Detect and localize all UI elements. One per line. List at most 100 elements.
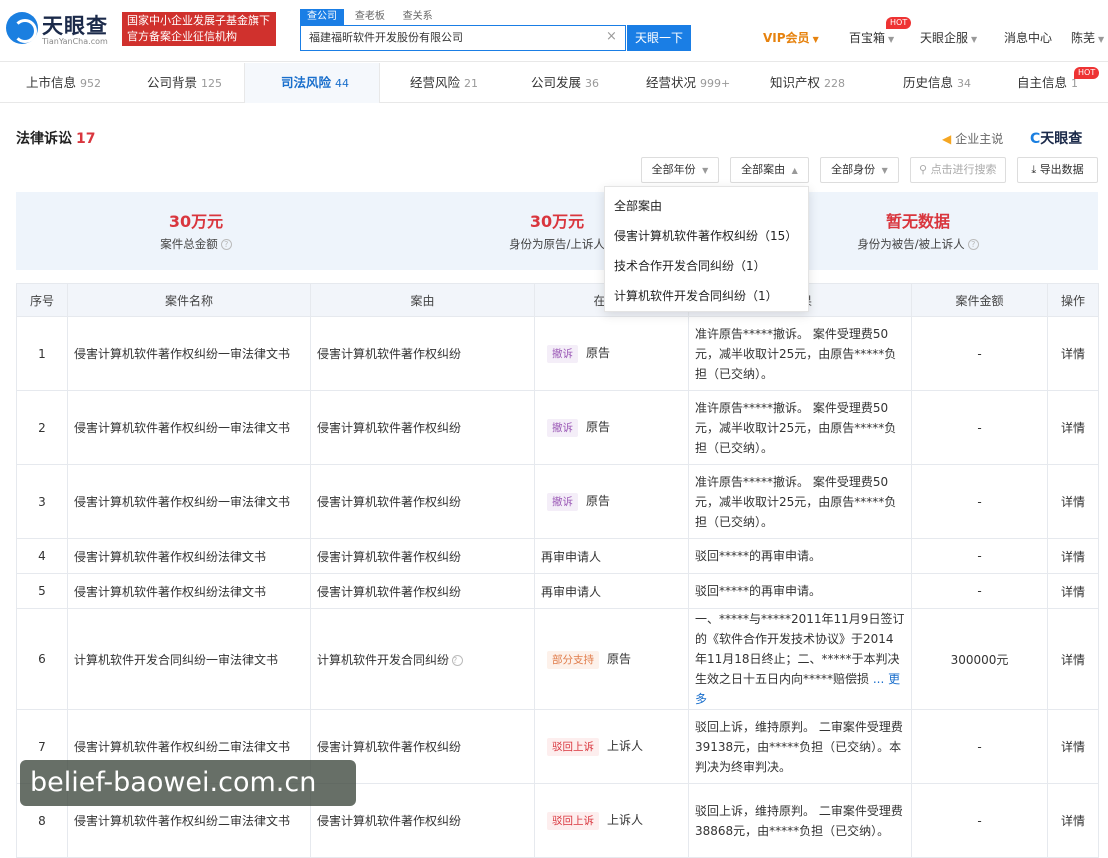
vip-menu[interactable]: VIP会员 ▼ xyxy=(763,29,819,46)
tab-label: 公司背景 xyxy=(147,75,198,90)
role-text: 上诉人 xyxy=(607,739,644,753)
help-icon[interactable]: ? xyxy=(967,239,979,250)
logo-subtitle: TianYanCha.com xyxy=(42,37,108,46)
hot-badge: HOT xyxy=(886,17,912,29)
detail-link[interactable]: 详情 xyxy=(1047,573,1099,609)
dropdown-item-copyright[interactable]: 侵害计算机软件著作权纠纷（15） xyxy=(605,221,808,251)
cell-amount: - xyxy=(911,464,1048,539)
status-badge: 撤诉 xyxy=(547,419,578,437)
table-row: 5 侵害计算机软件著作权纠纷法律文书 侵害计算机软件著作权纠纷 再审申请人 驳回… xyxy=(16,573,1099,609)
cell-role: 撤诉 原告 xyxy=(534,316,689,391)
year-filter[interactable]: 全部年份 ▼ xyxy=(641,157,719,183)
tab-count: 228 xyxy=(824,77,846,90)
tab-background[interactable]: 公司背景 125 xyxy=(147,63,222,103)
tab-business-status[interactable]: 经营状况 999+ xyxy=(646,63,730,103)
tab-count: 34 xyxy=(957,77,972,90)
identity-filter[interactable]: 全部身份 ▼ xyxy=(820,157,899,183)
reason-filter[interactable]: 全部案由 ▲ xyxy=(730,157,809,183)
chevron-down-icon: ▼ xyxy=(971,35,978,44)
chevron-down-icon: ▼ xyxy=(702,166,709,175)
search-type-tabs: 查公司 查老板 查关系 xyxy=(300,8,440,25)
search-tab-boss[interactable]: 查老板 xyxy=(348,9,392,25)
help-icon[interactable]: ? xyxy=(220,239,232,250)
cell-case-name: 侵害计算机软件著作权纠纷一审法律文书 xyxy=(67,464,311,539)
summary-label-text: 身份为被告/被上诉人 xyxy=(857,237,965,251)
cell-no: 5 xyxy=(16,573,68,609)
role-text: 上诉人 xyxy=(607,813,644,827)
tab-count: 952 xyxy=(80,77,102,90)
cell-case-name: 计算机软件开发合同纠纷一审法律文书 xyxy=(67,608,311,710)
search-tab-company[interactable]: 查公司 xyxy=(300,9,344,25)
cell-result: 驳回*****的再审申请。 xyxy=(688,538,912,574)
logo[interactable]: 天眼查 TianYanCha.com xyxy=(6,10,114,50)
cell-result: 准许原告*****撤诉。 案件受理费50元，减半收取计25元，由原告*****负… xyxy=(688,316,912,391)
org-badge-line1: 国家中小企业发展子基金旗下 xyxy=(127,14,270,27)
cell-role: 撤诉 原告 xyxy=(534,464,689,539)
tab-self-info[interactable]: 自主信息 1 xyxy=(1017,63,1078,103)
chevron-down-icon: ▼ xyxy=(888,35,895,44)
cell-no: 1 xyxy=(16,316,68,391)
summary-panel: 30万元 案件总金额? 30万元 身份为原告/上诉人 暂无数据 身份为被告/被上… xyxy=(16,192,1098,270)
detail-link[interactable]: 详情 xyxy=(1047,709,1099,784)
cell-result: 驳回上诉，维持原判。 二审案件受理费38868元，由*****负担（已交纳）。 xyxy=(688,783,912,858)
summary-label-text: 案件总金额 xyxy=(160,237,218,251)
detail-link[interactable]: 详情 xyxy=(1047,316,1099,391)
tab-operation-risk[interactable]: 经营风险 21 xyxy=(410,63,478,103)
tab-listing[interactable]: 上市信息 952 xyxy=(26,63,101,103)
enterprise-menu[interactable]: 天眼企服 ▼ xyxy=(920,29,977,46)
clear-icon[interactable]: × xyxy=(606,29,617,44)
logo-icon xyxy=(6,12,38,44)
tab-judicial-risk[interactable]: 司法风险 44 xyxy=(244,63,380,103)
cell-role: 部分支持 原告 xyxy=(534,608,689,710)
col-header-action: 操作 xyxy=(1047,283,1099,317)
messages-link[interactable]: 消息中心 xyxy=(1004,29,1052,46)
tab-label: 知识产权 xyxy=(770,75,821,90)
user-menu[interactable]: 陈芜 ▼ xyxy=(1071,29,1104,46)
treasure-menu[interactable]: 百宝箱 ▼ xyxy=(849,29,894,46)
tab-label: 上市信息 xyxy=(26,75,77,90)
status-badge: 驳回上诉 xyxy=(547,738,599,756)
dropdown-item-software-contract[interactable]: 计算机软件开发合同纠纷（1） xyxy=(605,281,808,311)
table-row: 3 侵害计算机软件著作权纠纷一审法律文书 侵害计算机软件著作权纠纷 撤诉 原告 准… xyxy=(16,464,1099,539)
tab-count: 36 xyxy=(585,77,600,90)
reason-filter-label: 全部案由 xyxy=(741,163,786,176)
detail-link[interactable]: 详情 xyxy=(1047,390,1099,465)
role-text: 原告 xyxy=(607,651,632,666)
detail-link[interactable]: 详情 xyxy=(1047,464,1099,539)
cell-reason: 侵害计算机软件著作权纠纷 xyxy=(310,573,535,609)
export-label: 导出数据 xyxy=(1039,163,1084,176)
export-button[interactable]: ⤓ 导出数据 xyxy=(1017,157,1098,183)
tab-history[interactable]: 历史信息 34 xyxy=(903,63,971,103)
cell-reason: 侵害计算机软件著作权纠纷 xyxy=(310,316,535,391)
search-button[interactable]: 天眼一下 xyxy=(627,25,691,51)
cell-reason: 计算机软件开发合同纠纷? xyxy=(310,608,535,710)
detail-link[interactable]: 详情 xyxy=(1047,538,1099,574)
detail-link[interactable]: 详情 xyxy=(1047,608,1099,710)
cell-reason: 侵害计算机软件著作权纠纷 xyxy=(310,538,535,574)
tab-ip[interactable]: 知识产权 228 xyxy=(770,63,845,103)
enterprise-say-link[interactable]: ◀ 企业主说 xyxy=(942,130,1003,147)
dropdown-item-all[interactable]: 全部案由 xyxy=(605,191,808,221)
search-tab-relation[interactable]: 查关系 xyxy=(396,9,440,25)
dropdown-item-tech-cooperation[interactable]: 技术合作开发合同纠纷（1） xyxy=(605,251,808,281)
cell-amount: - xyxy=(911,390,1048,465)
identity-filter-label: 全部身份 xyxy=(831,163,876,176)
cell-no: 4 xyxy=(16,538,68,574)
status-badge: 撤诉 xyxy=(547,493,578,511)
detail-link[interactable]: 详情 xyxy=(1047,783,1099,858)
status-badge: 撤诉 xyxy=(547,345,578,363)
cell-amount: - xyxy=(911,316,1048,391)
megaphone-icon: ◀ xyxy=(942,132,952,146)
reason-dropdown-menu: 全部案由 侵害计算机软件著作权纠纷（15） 技术合作开发合同纠纷（1） 计算机软… xyxy=(604,186,809,312)
table-search-input[interactable]: ⚲ 点击进行搜索 xyxy=(910,157,1006,183)
user-name: 陈芜 xyxy=(1071,31,1096,45)
help-icon[interactable]: ? xyxy=(452,654,464,666)
logo-text: 天眼查 xyxy=(42,14,108,38)
category-tabs: 上市信息 952 公司背景 125 司法风险 44 经营风险 21 公司发展 36 经营状… xyxy=(0,63,1108,103)
tab-development[interactable]: 公司发展 36 xyxy=(531,63,599,103)
search-input[interactable]: 福建福昕软件开发股份有限公司 xyxy=(300,25,626,51)
role-text: 原告 xyxy=(586,346,611,360)
enterprise-say-label: 企业主说 xyxy=(955,132,1004,146)
cell-no: 3 xyxy=(16,464,68,539)
cell-amount: - xyxy=(911,783,1048,858)
